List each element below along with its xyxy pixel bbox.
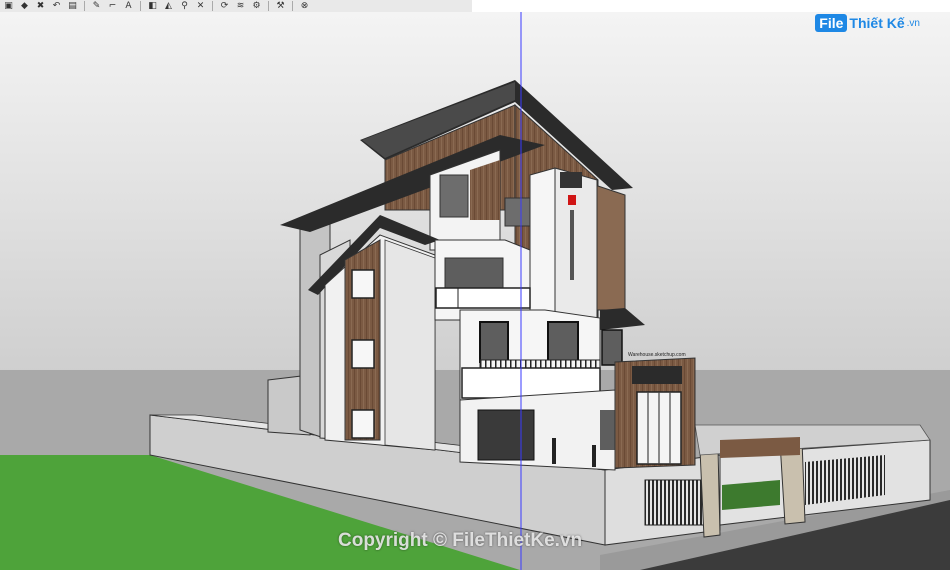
logo-part-thietke: Thiết Kế	[849, 15, 905, 31]
tower-vent	[560, 172, 582, 188]
toolbar-separator	[140, 1, 141, 11]
text-tool-icon[interactable]: A	[122, 1, 135, 11]
lamp-post-2	[592, 445, 596, 467]
lamp-post	[552, 438, 556, 464]
white-tower-front	[554, 167, 598, 321]
tower-slot	[570, 210, 574, 280]
push-pull-icon[interactable]: ◧	[146, 1, 159, 11]
paint-bucket-icon[interactable]: ◆	[18, 1, 31, 11]
toolbar-separator	[292, 1, 293, 11]
wood-strip-upper	[470, 160, 500, 220]
side-window-2f	[601, 329, 623, 366]
small-window-top	[504, 197, 531, 227]
site-logo: File Thiết Kế .vn	[815, 14, 920, 32]
pan-icon[interactable]: ≋	[234, 1, 247, 11]
undo-icon[interactable]: ↶	[50, 1, 63, 11]
garage-door	[477, 409, 535, 461]
toolbar-separator	[84, 1, 85, 11]
eraser-icon[interactable]: ✖	[34, 1, 47, 11]
right-tower-face	[594, 184, 626, 311]
entry-window	[600, 410, 615, 450]
toolbar-separator	[268, 1, 269, 11]
left-wing-side	[384, 239, 436, 451]
wooden-fence-segment	[720, 437, 800, 458]
zoom-extents-icon[interactable]: ✕	[194, 1, 207, 11]
terrace-window	[444, 257, 504, 289]
pylon-sign-panel	[632, 366, 682, 384]
copyright-watermark: Copyright © FileThietKe.vn	[338, 530, 583, 551]
window-l2	[351, 339, 375, 369]
garden-bed	[722, 480, 780, 510]
orbit-icon[interactable]: ⟳	[218, 1, 231, 11]
tape-measure-icon[interactable]: ⌐	[106, 1, 119, 11]
component-icon[interactable]: ▤	[66, 1, 79, 11]
walk-icon[interactable]: ⚙	[250, 1, 263, 11]
styles-icon[interactable]: ⊗	[298, 1, 311, 11]
logo-part-domain: .vn	[906, 17, 920, 29]
front-gate-fence	[644, 479, 706, 526]
logo-part-file: File	[815, 14, 848, 32]
look-around-icon[interactable]: ⚒	[274, 1, 287, 11]
pencil-icon[interactable]: ✎	[90, 1, 103, 11]
select-tool-icon[interactable]: ▣	[2, 1, 15, 11]
window-2f-b	[547, 321, 579, 363]
window-l3	[351, 409, 375, 439]
3d-viewport[interactable]: Warehouse.sketchup.com	[0, 12, 950, 570]
white-tower	[529, 167, 556, 321]
upper-window	[439, 174, 469, 218]
follow-me-icon[interactable]: ◭	[162, 1, 175, 11]
toolbar-separator	[212, 1, 213, 11]
gate-pillar-left	[699, 447, 721, 538]
terrace-railing	[435, 287, 531, 309]
red-accent	[568, 195, 576, 205]
pylon-sign-text: Warehouse.sketchup.com	[628, 352, 686, 358]
zoom-icon[interactable]: ⚲	[178, 1, 191, 11]
window-l1	[351, 269, 375, 299]
window-2f-a	[479, 321, 509, 363]
